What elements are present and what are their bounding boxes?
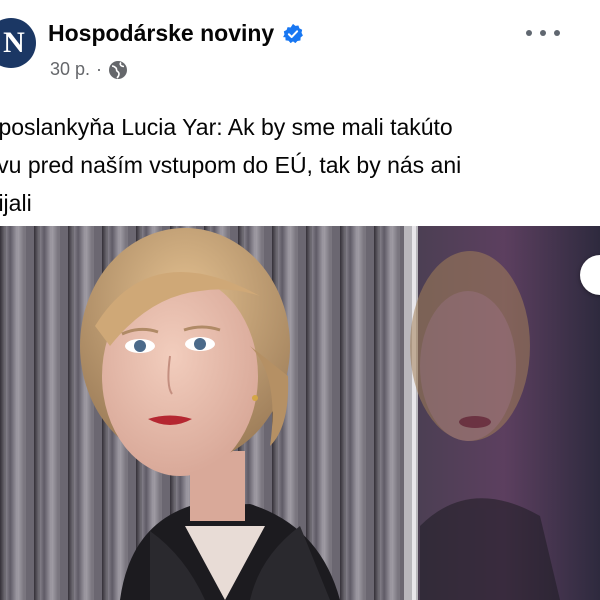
more-dot xyxy=(526,30,532,36)
more-dot xyxy=(554,30,560,36)
post-text: roposlankyňa Lucia Yar: Ak by sme mali t… xyxy=(0,114,462,216)
photo-illustration xyxy=(0,226,600,600)
more-options-icon[interactable] xyxy=(526,24,560,42)
globe-icon xyxy=(109,60,128,79)
post-photo[interactable] xyxy=(0,226,600,600)
post-header: Hospodárske noviny xyxy=(48,20,304,47)
avatar-letter: N xyxy=(3,26,25,59)
page-name-link[interactable]: Hospodárske noviny xyxy=(48,20,274,47)
page-avatar[interactable]: N xyxy=(0,18,36,68)
more-dot xyxy=(540,30,546,36)
meta-separator: · xyxy=(96,59,103,79)
verified-badge-icon xyxy=(283,23,304,43)
post-meta: 30 p. · xyxy=(50,59,128,80)
post-timestamp[interactable]: 30 p. xyxy=(50,59,90,80)
